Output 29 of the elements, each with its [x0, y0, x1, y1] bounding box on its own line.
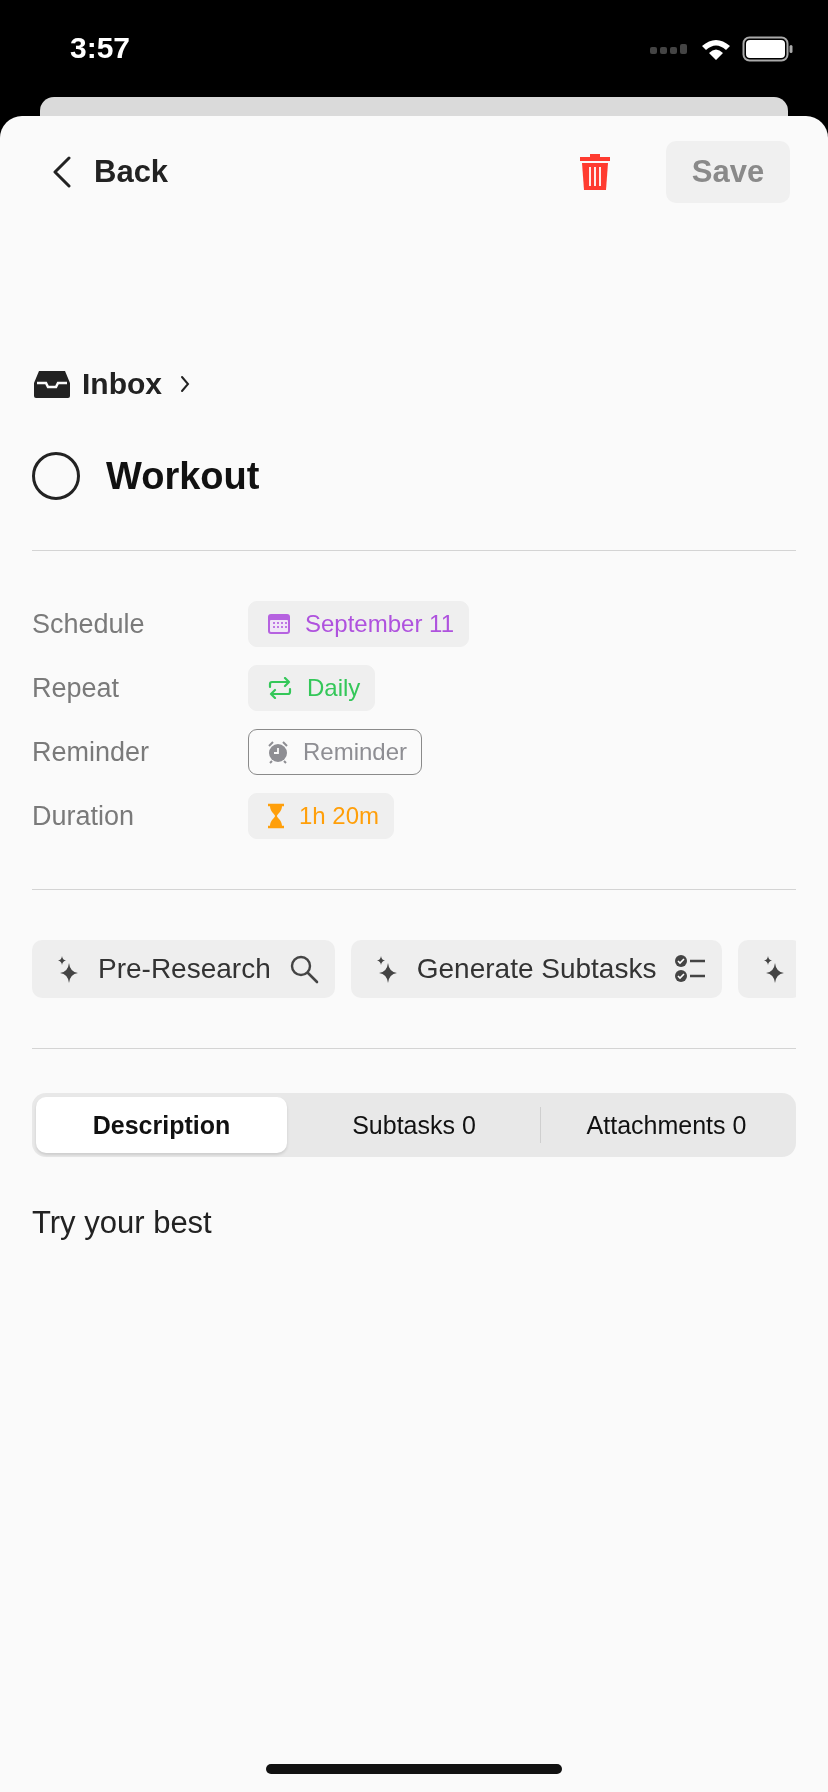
task-title: Workout — [106, 454, 260, 498]
ai-action-chip[interactable]: Pre-Research — [32, 940, 335, 998]
repeat-icon — [267, 677, 293, 699]
property-chip[interactable]: September 11 — [248, 601, 469, 647]
calendar-icon — [267, 613, 291, 635]
checklist-icon — [674, 954, 707, 984]
back-button[interactable]: Back — [32, 154, 169, 190]
property-label: Reminder — [32, 736, 151, 768]
property-label: Duration — [32, 800, 136, 832]
signal-icon — [650, 42, 690, 55]
battery-icon — [742, 35, 794, 62]
alarm-clock-icon — [267, 740, 289, 764]
property-label: Repeat — [32, 672, 121, 704]
project-link[interactable]: Inbox — [82, 367, 170, 401]
chevron-left-icon — [52, 156, 72, 188]
description-text: Try your best — [32, 1205, 213, 1241]
trash-icon[interactable] — [578, 152, 612, 192]
chevron-right-icon — [180, 375, 190, 393]
property-label: Schedule — [32, 608, 146, 640]
complete-checkbox[interactable] — [32, 452, 80, 500]
ai-action-chip[interactable]: Generate Subtasks — [350, 940, 723, 998]
tab[interactable]: Attachments 0 — [541, 1097, 792, 1153]
search-icon — [288, 954, 319, 984]
tab[interactable]: Description — [36, 1097, 287, 1153]
status-time: 3:57 — [70, 30, 131, 65]
hourglass-icon — [267, 803, 285, 829]
ai-action-chip[interactable] — [738, 940, 796, 998]
tab[interactable]: Subtasks 0 — [288, 1097, 540, 1153]
inbox-icon — [32, 369, 72, 399]
